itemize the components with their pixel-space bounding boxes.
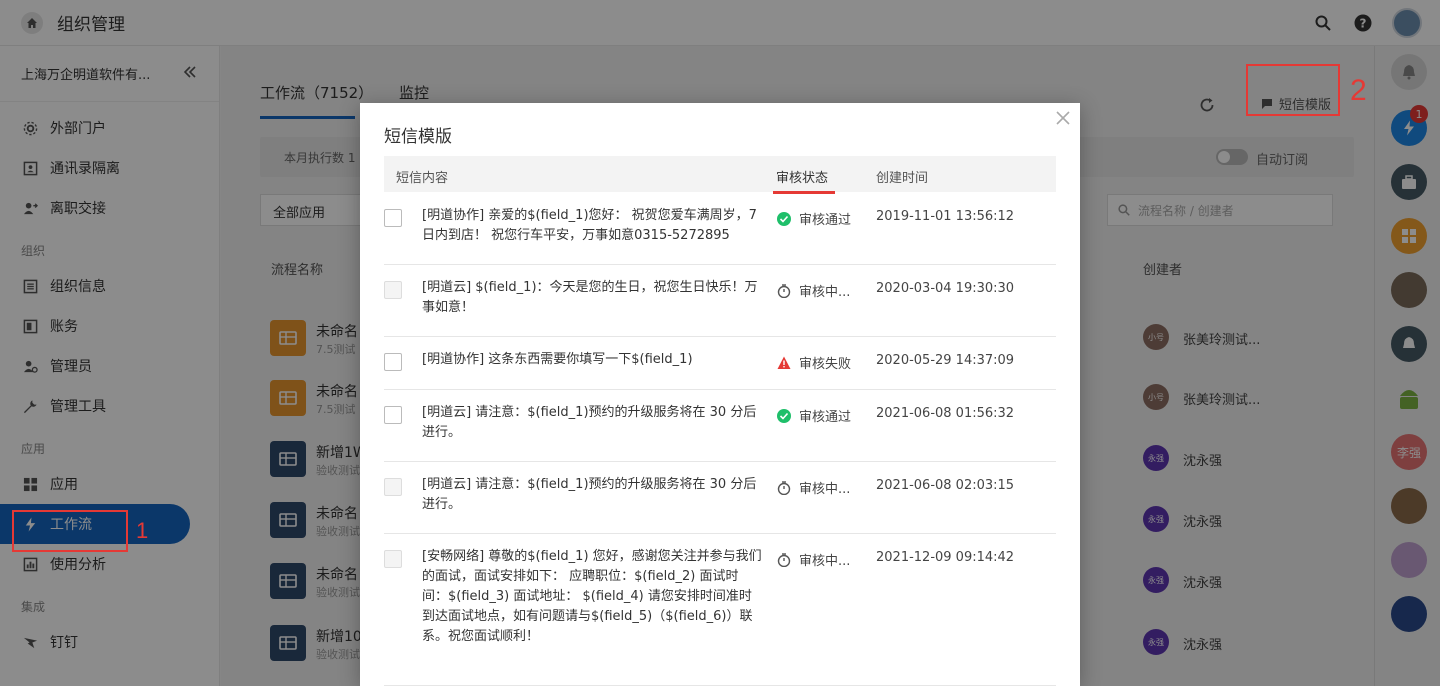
created-time: 2020-05-29 14:37:09: [876, 353, 1015, 368]
modal-title: 短信模版: [384, 127, 452, 147]
review-status: 审核通过: [777, 209, 851, 228]
row-checkbox: [384, 281, 402, 299]
col-content: 短信内容: [396, 171, 449, 186]
created-time: 2020-03-04 19:30:30: [876, 281, 1015, 296]
row-checkbox[interactable]: [384, 209, 402, 227]
review-status-label: 审核中...: [799, 285, 851, 300]
created-time: 2021-06-08 01:56:32: [876, 406, 1015, 421]
table-header: 短信内容 审核状态 创建时间: [384, 156, 1056, 192]
review-status: 审核中...: [777, 281, 850, 300]
template-row: [安畅网络] 尊敬的$(field_1) 您好，感谢您关注并参与我们的面试，面试…: [384, 534, 1056, 686]
template-row: [明道云] 请注意：$(field_1)预约的升级服务将在 30 分后进行。 审核…: [384, 390, 1056, 462]
timer-icon: [777, 552, 791, 567]
review-status: 审核失败: [777, 353, 851, 372]
created-time: 2021-12-09 09:14:42: [876, 550, 1015, 565]
timer-icon: [777, 480, 791, 495]
close-icon[interactable]: [1054, 109, 1072, 127]
template-row: [明道云] $(field_1)：今天是您的生日，祝您生日快乐！万事如意！ 审核中…: [384, 265, 1056, 337]
review-status-label: 审核中...: [799, 482, 851, 497]
timer-icon: [777, 283, 791, 298]
check-circle-icon: [777, 408, 791, 423]
sms-content: [明道云] 请注意：$(field_1)预约的升级服务将在 30 分后进行。: [422, 477, 757, 512]
created-time: 2019-11-01 13:56:12: [876, 209, 1015, 224]
sms-content: [明道云] 请注意：$(field_1)预约的升级服务将在 30 分后进行。: [422, 405, 757, 440]
sms-content: [明道协作] 这条东西需要你填写一下$(field_1): [422, 352, 693, 367]
template-row: [明道协作] 这条东西需要你填写一下$(field_1) 审核失败 2020-05-…: [384, 337, 1056, 390]
sms-content: [安畅网络] 尊敬的$(field_1) 您好，感谢您关注并参与我们的面试，面试…: [422, 549, 762, 644]
review-status-label: 审核通过: [799, 213, 852, 228]
row-checkbox[interactable]: [384, 406, 402, 424]
annotation-box-1: [12, 510, 128, 552]
sms-content: [明道协作] 亲爱的$(field_1)您好： 祝贺您爱车满周岁，7日内到店！ …: [422, 208, 757, 243]
review-status: 审核中...: [777, 478, 850, 497]
sms-content: [明道云] $(field_1)：今天是您的生日，祝您生日快乐！万事如意！: [422, 280, 758, 315]
template-row: [明道协作] 亲爱的$(field_1)您好： 祝贺您爱车满周岁，7日内到店！ …: [384, 193, 1056, 265]
annotation-number-2: 2: [1350, 74, 1367, 107]
review-status-label: 审核通过: [799, 410, 852, 425]
row-checkbox: [384, 550, 402, 568]
row-checkbox: [384, 478, 402, 496]
review-status-label: 审核失败: [799, 357, 852, 372]
template-row: [明道云] 请注意：$(field_1)预约的升级服务将在 30 分后进行。 审核…: [384, 462, 1056, 534]
warning-icon: [777, 356, 791, 369]
annotation-box-2: [1246, 64, 1340, 116]
row-checkbox[interactable]: [384, 353, 402, 371]
review-status-label: 审核中...: [799, 554, 851, 569]
review-status: 审核中...: [777, 550, 850, 569]
sms-template-modal: 短信模版 短信内容 审核状态 创建时间 [明道协作] 亲爱的$(field_1)…: [360, 103, 1080, 686]
col-time: 创建时间: [876, 171, 929, 186]
annotation-number-1: 1: [136, 518, 149, 543]
col-status[interactable]: 审核状态: [776, 167, 828, 186]
created-time: 2021-06-08 02:03:15: [876, 478, 1015, 493]
review-status: 审核通过: [777, 406, 851, 425]
check-circle-icon: [777, 211, 791, 226]
